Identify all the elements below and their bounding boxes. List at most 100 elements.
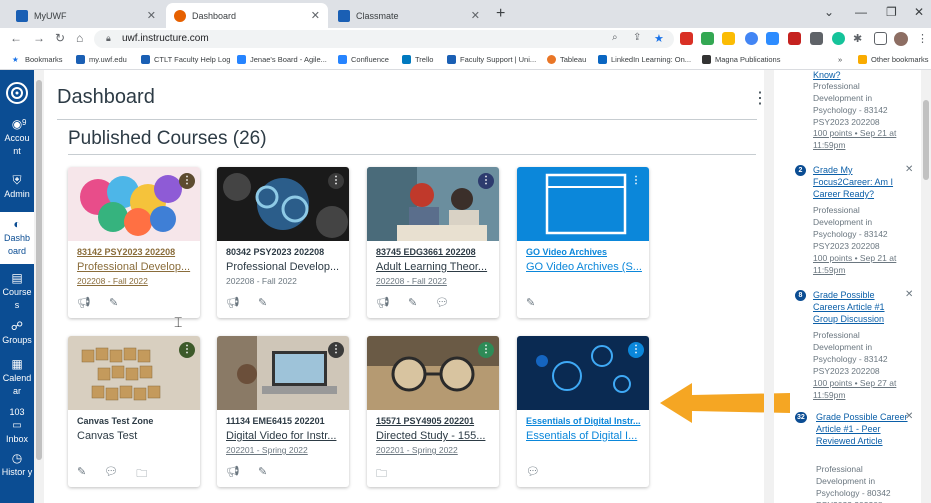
home-icon[interactable]: ⌂ xyxy=(76,31,83,45)
pdf-icon[interactable] xyxy=(788,32,801,45)
assignments-icon[interactable]: ✎ xyxy=(408,296,417,309)
bookmark-item[interactable]: Confluence xyxy=(338,55,389,64)
grammarly-icon[interactable] xyxy=(832,32,845,45)
assignments-icon[interactable]: ✎ xyxy=(109,296,118,309)
bookmark-item[interactable]: Tableau xyxy=(547,55,586,64)
extension-blue-icon[interactable] xyxy=(745,32,758,45)
tab-myuwf[interactable]: MyUWF ✕ xyxy=(8,3,164,28)
bookmark-item[interactable]: CTLT Faculty Help Log xyxy=(141,55,230,64)
close-tab-icon[interactable]: ✕ xyxy=(471,9,480,22)
share-icon[interactable]: ⇪ xyxy=(633,32,646,45)
extensions-puzzle-icon[interactable]: ✱ xyxy=(853,32,866,45)
course-card[interactable]: ⋮ 15571 PSY4905 202201 Directed Study - … xyxy=(367,336,499,487)
announcements-icon[interactable]: 📢︎ xyxy=(226,465,240,478)
dismiss-icon[interactable]: ✕ xyxy=(905,411,913,422)
maximize-icon[interactable]: ❐ xyxy=(886,5,897,19)
forward-icon[interactable]: → xyxy=(33,31,45,45)
card-options-icon[interactable]: ⋮ xyxy=(478,342,494,358)
reload-icon[interactable]: ↻ xyxy=(55,31,65,45)
course-card[interactable]: ⋮ Canvas Test Zone Canvas Test ✎ 💬︎ 🗀 xyxy=(68,336,200,487)
nav-dashboard[interactable]: ◐ Dashb oard xyxy=(0,212,34,264)
nav-calendar[interactable]: ▦ Calend ar xyxy=(0,358,34,402)
right-scrollbar[interactable] xyxy=(921,70,931,503)
course-card[interactable]: ⋮ 83142 PSY2023 202208 Professional Deve… xyxy=(68,167,200,318)
minimize-icon[interactable]: — xyxy=(855,5,867,19)
bookmark-item[interactable]: Trello xyxy=(402,55,433,64)
zoom-icon[interactable]: ⌕ xyxy=(612,32,625,45)
discussions-icon[interactable]: 💬︎ xyxy=(104,465,118,484)
assignments-icon[interactable]: ✎ xyxy=(77,465,86,484)
bookmark-star-icon[interactable]: ★ xyxy=(654,32,667,45)
course-code[interactable]: 15571 PSY4905 202201 xyxy=(376,416,494,426)
nav-groups[interactable]: ☍ Groups xyxy=(0,320,34,350)
nav-admin[interactable]: ⛨ Admin xyxy=(0,174,34,206)
todo-item[interactable]: 8 Grade Possible Careers Article #1 Grou… xyxy=(780,289,920,400)
bookmark-item[interactable]: LinkedIn Learning: On... xyxy=(598,55,691,64)
tab-dashboard[interactable]: Dashboard ✕ xyxy=(166,3,328,28)
course-name[interactable]: Professional Develop... xyxy=(77,261,195,273)
new-tab-icon[interactable]: + xyxy=(496,5,505,23)
course-name[interactable]: Essentials of Digital I... xyxy=(526,430,644,442)
bookmark-item[interactable]: my.uwf.edu xyxy=(76,55,127,64)
close-window-icon[interactable]: ✕ xyxy=(914,5,924,19)
nav-history[interactable]: ◷ Histor y xyxy=(0,452,34,496)
bookmark-item[interactable]: Other bookmarks xyxy=(858,55,929,64)
course-card[interactable]: ⋮ 11134 EME6415 202201 Digital Video for… xyxy=(217,336,349,487)
close-tab-icon[interactable]: ✕ xyxy=(311,9,320,22)
bookmark-item[interactable]: Faculty Support | Uni... xyxy=(447,55,536,64)
course-code[interactable]: 11134 EME6415 202201 xyxy=(226,416,344,426)
course-code[interactable]: Essentials of Digital Instr... xyxy=(526,416,644,426)
announcements-icon[interactable]: 📢︎ xyxy=(226,296,240,309)
todo-title[interactable]: Grade My Focus2Career: Am I Career Ready… xyxy=(813,164,905,200)
files-folder-icon[interactable]: 🗀 xyxy=(136,465,147,484)
todo-item[interactable]: Know? Professional Development in Psycho… xyxy=(780,70,920,155)
nav-account[interactable]: ◉ Accou nt 9 xyxy=(0,118,34,164)
assignments-icon[interactable]: ✎ xyxy=(526,296,535,309)
course-name[interactable]: Professional Develop... xyxy=(226,261,344,273)
course-name[interactable]: Digital Video for Instr... xyxy=(226,430,344,442)
announcements-icon[interactable]: 📢︎ xyxy=(376,296,390,309)
sidepanel-icon[interactable] xyxy=(874,32,887,45)
left-scrollbar[interactable] xyxy=(34,70,44,503)
course-card[interactable]: ⋮ Essentials of Digital Instr... Essenti… xyxy=(517,336,649,487)
tab-classmate[interactable]: Classmate ✕ xyxy=(330,3,488,28)
card-options-icon[interactable]: ⋮ xyxy=(328,342,344,358)
drive-icon[interactable] xyxy=(722,32,735,45)
course-name[interactable]: Adult Learning Theor... xyxy=(376,261,494,273)
bookmark-item[interactable]: ★ Bookmarks xyxy=(12,55,63,64)
card-options-icon[interactable]: ⋮ xyxy=(328,173,344,189)
course-code[interactable]: Canvas Test Zone xyxy=(77,416,195,426)
card-options-icon[interactable]: ⋮ xyxy=(478,173,494,189)
course-card[interactable]: ⋮ 83745 EDG3661 202208 Adult Learning Th… xyxy=(367,167,499,318)
course-code[interactable]: 83142 PSY2023 202208 xyxy=(77,247,195,257)
discussions-icon[interactable]: 💬︎ xyxy=(435,296,449,309)
card-options-icon[interactable]: ⋮ xyxy=(179,173,195,189)
todo-item[interactable]: 2 Grade My Focus2Career: Am I Career Rea… xyxy=(780,164,920,275)
profile-avatar[interactable] xyxy=(894,32,908,46)
menu-kebab-icon[interactable]: ⋮ xyxy=(917,32,930,45)
bookmark-item[interactable]: Magna Publications xyxy=(702,55,780,64)
course-name[interactable]: Directed Study - 155... xyxy=(376,430,494,442)
assignments-icon[interactable]: ✎ xyxy=(258,296,267,309)
card-options-icon[interactable]: ⋮ xyxy=(628,342,644,358)
extension-megaphone-icon[interactable] xyxy=(680,32,693,45)
canvas-logo-icon[interactable] xyxy=(0,78,34,116)
todo-title[interactable]: Grade Possible Career Article #1 - Peer … xyxy=(816,411,908,447)
dismiss-icon[interactable]: ✕ xyxy=(905,289,913,300)
course-code[interactable]: 83745 EDG3661 202208 xyxy=(376,247,494,257)
todo-title[interactable]: Grade Possible Careers Article #1 Group … xyxy=(813,289,905,325)
more-bookmarks-icon[interactable]: » xyxy=(838,55,842,64)
course-code[interactable]: 80342 PSY2023 202208 xyxy=(226,247,344,257)
extension-green-icon[interactable] xyxy=(701,32,714,45)
bookmark-item[interactable]: Jenae's Board - Agile... xyxy=(237,55,327,64)
scrollbar-thumb[interactable] xyxy=(923,100,929,180)
course-card[interactable]: ⋮ 80342 PSY2023 202208 Professional Deve… xyxy=(217,167,349,318)
url-field[interactable]: 🔒︎ uwf.instructure.com xyxy=(94,30,674,48)
nav-courses[interactable]: ▤ Course s xyxy=(0,272,34,316)
extension-zoom-icon[interactable] xyxy=(766,32,779,45)
card-options-icon[interactable]: ⋮ xyxy=(628,173,644,189)
course-name[interactable]: GO Video Archives (S... xyxy=(526,261,644,273)
scrollbar-thumb[interactable] xyxy=(36,80,42,460)
files-folder-icon[interactable]: 🗀 xyxy=(376,465,387,484)
announcements-icon[interactable]: 📢︎ xyxy=(77,296,91,309)
